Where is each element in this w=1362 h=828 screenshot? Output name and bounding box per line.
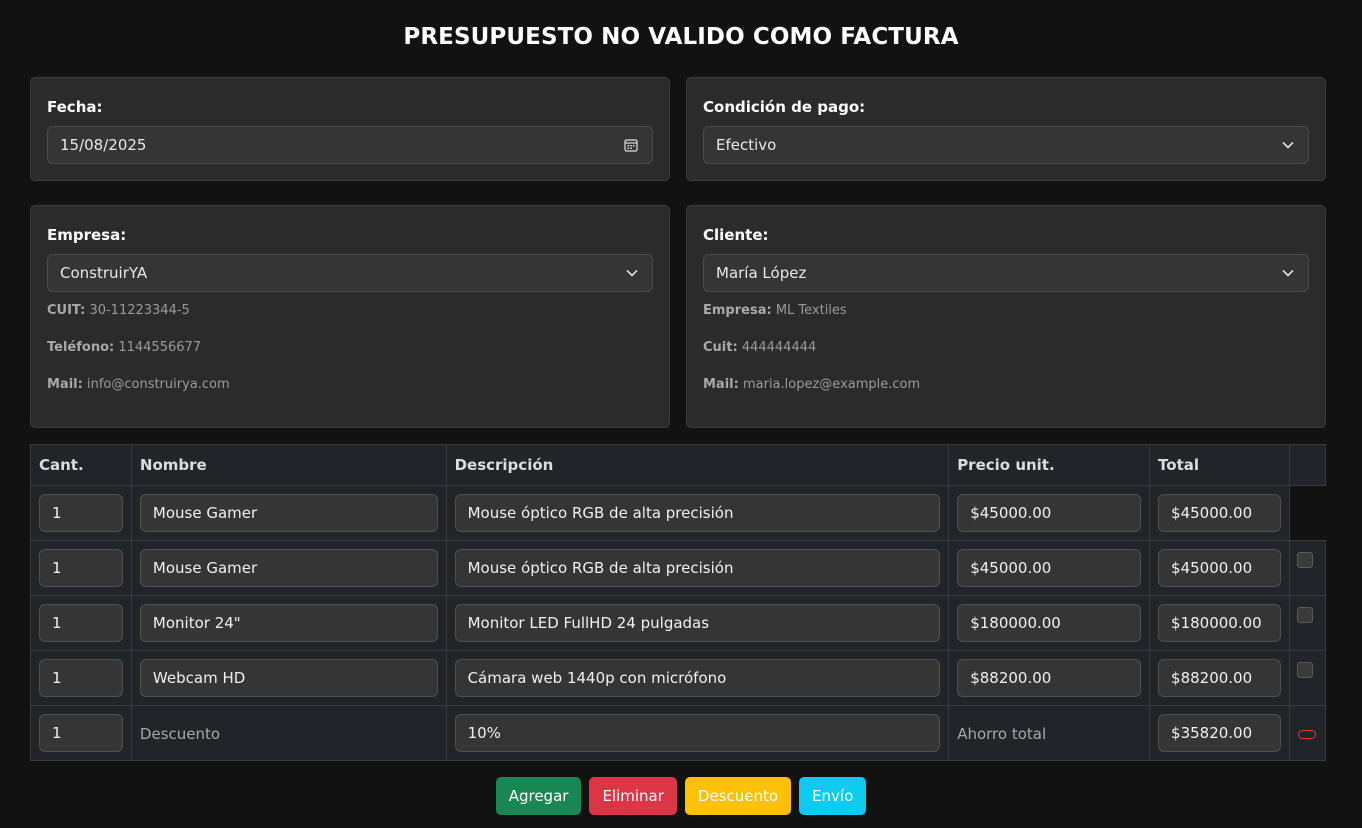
fecha-label: Fecha: xyxy=(47,98,103,116)
discount-cant-input[interactable]: 1 xyxy=(39,714,123,752)
descuento-button[interactable]: Descuento xyxy=(684,777,792,815)
empresa-mail: Mail: info@construirya.com xyxy=(47,377,230,392)
items-table: Cant. Nombre Descripción Precio unit. To… xyxy=(30,444,1327,761)
total-input[interactable]: $45000.00 xyxy=(1158,549,1281,587)
nombre-input[interactable]: Mouse Gamer xyxy=(139,494,438,532)
empresa-select[interactable]: ConstruirYA xyxy=(47,254,653,292)
fecha-card: Fecha: 15/08/2025 xyxy=(30,77,670,181)
row-checkbox[interactable] xyxy=(1296,662,1313,678)
chevron-down-icon xyxy=(1282,255,1294,291)
row-select-empty xyxy=(1288,485,1326,541)
empresa-telefono: Teléfono: 1144556677 xyxy=(47,340,202,355)
cant-input[interactable]: 1 xyxy=(39,604,123,642)
descripcion-input[interactable]: Mouse óptico RGB de alta precisión xyxy=(454,549,941,587)
cliente-value: María López xyxy=(716,264,807,282)
nombre-input[interactable]: Mouse Gamer xyxy=(139,549,438,587)
cant-input[interactable]: 1 xyxy=(39,549,123,587)
empresa-value: ConstruirYA xyxy=(60,264,148,282)
cliente-label: Cliente: xyxy=(703,226,769,244)
envio-button[interactable]: Envío xyxy=(799,777,867,815)
total-input[interactable]: $88200.00 xyxy=(1158,659,1281,697)
precio-input[interactable]: $45000.00 xyxy=(957,549,1142,587)
descripcion-input[interactable]: Cámara web 1440p con micrófono xyxy=(454,659,941,697)
page-title: PRESUPUESTO NO VALIDO COMO FACTURA xyxy=(403,24,959,50)
total-input[interactable]: $45000.00 xyxy=(1158,494,1281,532)
condicion-card: Condición de pago: Efectivo xyxy=(686,77,1326,181)
precio-input[interactable]: $180000.00 xyxy=(957,604,1142,642)
empresa-label: Empresa: xyxy=(47,226,127,244)
eliminar-button[interactable]: Eliminar xyxy=(589,777,677,815)
row-checkbox[interactable] xyxy=(1296,607,1313,623)
action-buttons: Agregar Eliminar Descuento Envío xyxy=(0,777,1362,815)
header-nombre: Nombre xyxy=(130,444,447,486)
fecha-value: 15/08/2025 xyxy=(60,136,147,154)
total-input[interactable]: $180000.00 xyxy=(1158,604,1281,642)
chevron-down-icon xyxy=(626,255,638,291)
cliente-card: Cliente: María López Empresa: ML Textile… xyxy=(686,205,1326,428)
condicion-value: Efectivo xyxy=(716,136,777,154)
table-row: 1 Mouse Gamer Mouse óptico RGB de alta p… xyxy=(30,485,1326,541)
nombre-input[interactable]: Monitor 24" xyxy=(139,604,438,642)
chevron-down-icon xyxy=(1282,127,1294,163)
cant-input[interactable]: 1 xyxy=(39,494,123,532)
condicion-label: Condición de pago: xyxy=(703,98,866,116)
ahorro-total-label: Ahorro total xyxy=(957,724,1047,743)
empresa-card: Empresa: ConstruirYA CUIT: 30-11223344-5… xyxy=(30,205,670,428)
cliente-select[interactable]: María López xyxy=(703,254,1309,292)
cliente-mail: Mail: maria.lopez@example.com xyxy=(703,377,921,392)
cliente-empresa: Empresa: ML Textiles xyxy=(703,303,847,318)
descripcion-input[interactable]: Mouse óptico RGB de alta precisión xyxy=(454,494,941,532)
descripcion-input[interactable]: Monitor LED FullHD 24 pulgadas xyxy=(454,604,941,642)
agregar-button[interactable]: Agregar xyxy=(495,777,582,815)
header-precio: Precio unit. xyxy=(948,444,1151,486)
condicion-select[interactable]: Efectivo xyxy=(703,126,1309,164)
cliente-cuit: Cuit: 444444444 xyxy=(703,340,817,355)
table-header-row: Cant. Nombre Descripción Precio unit. To… xyxy=(30,444,1327,486)
discount-row: 1 Descuento 10% Ahorro total $35820.00 xyxy=(30,705,1327,761)
precio-input[interactable]: $88200.00 xyxy=(957,659,1142,697)
table-row: 1 Monitor 24" Monitor LED FullHD 24 pulg… xyxy=(30,595,1327,651)
discount-percent-input[interactable]: 10% xyxy=(454,714,941,752)
discount-total-input[interactable]: $35820.00 xyxy=(1158,714,1281,752)
discount-remove-toggle[interactable] xyxy=(1297,730,1316,739)
header-descripcion: Descripción xyxy=(445,444,950,486)
header-cant: Cant. xyxy=(30,444,132,486)
precio-input[interactable]: $45000.00 xyxy=(957,494,1142,532)
empresa-cuit: CUIT: 30-11223344-5 xyxy=(47,303,190,318)
calendar-icon[interactable] xyxy=(624,127,638,163)
cant-input[interactable]: 1 xyxy=(39,659,123,697)
header-total: Total xyxy=(1149,444,1290,486)
discount-label: Descuento xyxy=(139,724,221,743)
fecha-input[interactable]: 15/08/2025 xyxy=(47,126,653,164)
header-select xyxy=(1288,444,1327,486)
table-row: 1 Webcam HD Cámara web 1440p con micrófo… xyxy=(30,650,1327,706)
nombre-input[interactable]: Webcam HD xyxy=(139,659,438,697)
row-checkbox[interactable] xyxy=(1296,552,1313,568)
table-row: 1 Mouse Gamer Mouse óptico RGB de alta p… xyxy=(30,540,1327,596)
